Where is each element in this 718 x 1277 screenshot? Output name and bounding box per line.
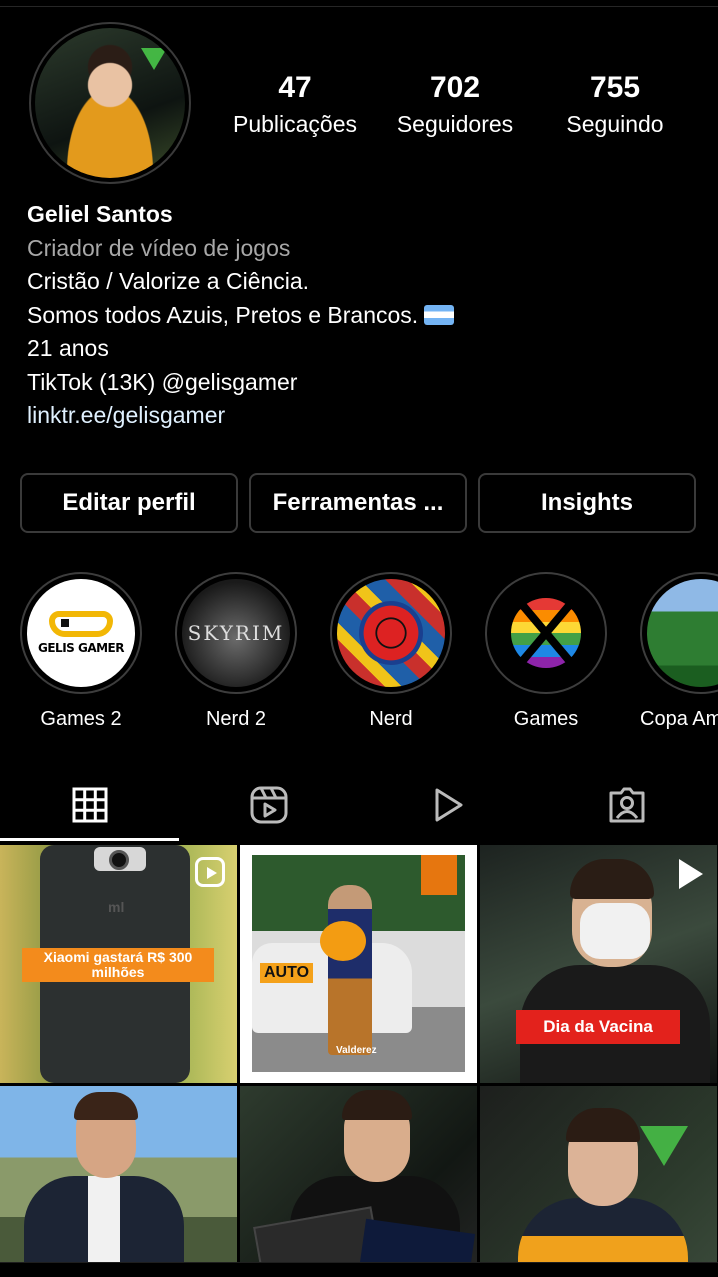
- stat-posts-label: Publicações: [232, 111, 358, 137]
- highlight-label: Games: [513, 708, 579, 730]
- highlight-label: Games 2: [40, 708, 122, 730]
- post-thumbnail[interactable]: [0, 1086, 237, 1277]
- stat-following-count: 755: [589, 71, 641, 104]
- highlight-cover: [337, 579, 445, 687]
- stat-followers-count: 702: [429, 71, 481, 104]
- insights-button[interactable]: Insights: [478, 473, 696, 533]
- highlight-cover: [492, 579, 600, 687]
- highlight-cover-text: GELIS GAMER: [38, 641, 125, 655]
- tools-button[interactable]: Ferramentas ...: [249, 473, 467, 533]
- profile-avatar[interactable]: [29, 22, 191, 184]
- video-badge-icon: [679, 859, 703, 889]
- stat-followers[interactable]: 702 Seguidores: [380, 70, 530, 140]
- highlight-cover-text: SKYRIM: [187, 621, 285, 645]
- tab-tagged[interactable]: [537, 770, 716, 840]
- bio-line: Somos todos Azuis, Pretos e Brancos.: [27, 301, 419, 328]
- highlight-cover: SKYRIM: [182, 579, 290, 687]
- profile-category: Criador de vídeo de jogos: [27, 234, 291, 261]
- gamepad-icon: [49, 611, 113, 637]
- post-thumbnail[interactable]: [240, 1086, 477, 1277]
- stat-following-label: Seguindo: [566, 111, 664, 137]
- stat-followers-label: Seguidores: [396, 111, 514, 137]
- top-divider: [0, 6, 718, 7]
- post-caption: Dia da Vacina: [516, 1010, 680, 1044]
- xbox-icon: [511, 598, 581, 668]
- stat-following[interactable]: 755 Seguindo: [540, 70, 690, 140]
- profile-bio: Geliel Santos Criador de vídeo de jogos …: [27, 198, 707, 433]
- post-caption: AUTO: [260, 963, 314, 983]
- reels-icon: [250, 786, 287, 824]
- highlight-label: Copa Am: [640, 708, 718, 730]
- highlight-nerd[interactable]: Nerd: [330, 572, 452, 731]
- post-thumbnail[interactable]: AUTO Valderez: [240, 845, 477, 1083]
- highlight-label: Nerd: [369, 708, 413, 730]
- highlight-nerd-2[interactable]: SKYRIM Nerd 2: [175, 572, 297, 731]
- tab-reels[interactable]: [179, 770, 358, 840]
- highlight-cover: GELIS GAMER: [27, 579, 135, 687]
- bio-line: 21 anos: [27, 335, 109, 361]
- tab-videos[interactable]: [358, 770, 537, 840]
- post-thumbnail[interactable]: [480, 1086, 717, 1277]
- profile-name: Geliel Santos: [27, 201, 173, 227]
- stat-posts-count: 47: [278, 71, 312, 104]
- highlight-cover: [647, 579, 718, 687]
- bio-line: Cristão / Valorize a Ciência.: [27, 268, 310, 294]
- video-play-icon: [435, 788, 462, 822]
- active-tab-indicator: [0, 838, 179, 841]
- post-thumbnail[interactable]: ml Xiaomi gastará R$ 300 milhões: [0, 845, 237, 1083]
- edit-profile-button[interactable]: Editar perfil: [20, 473, 238, 533]
- post-caption: Xiaomi gastará R$ 300 milhões: [22, 948, 214, 982]
- highlight-copa[interactable]: Copa Am: [640, 572, 718, 731]
- bottom-nav-bar: [0, 1262, 718, 1277]
- grid-icon: [72, 787, 107, 823]
- avatar-image: [35, 28, 185, 178]
- tagged-icon: [609, 787, 644, 823]
- highlight-games-2[interactable]: GELIS GAMER Games 2: [20, 572, 142, 731]
- reels-badge-icon: [195, 857, 225, 887]
- bio-line: TikTok (13K) @gelisgamer: [27, 368, 298, 395]
- profile-link[interactable]: linktr.ee/gelisgamer: [27, 399, 707, 433]
- post-thumbnail[interactable]: Dia da Vacina: [480, 845, 717, 1083]
- stat-posts[interactable]: 47 Publicações: [220, 70, 370, 140]
- post-logo: Valderez: [336, 1045, 377, 1056]
- highlight-label: Nerd 2: [205, 708, 267, 730]
- highlight-games[interactable]: Games: [485, 572, 607, 731]
- flag-icon: [424, 304, 455, 325]
- tab-grid[interactable]: [0, 770, 179, 840]
